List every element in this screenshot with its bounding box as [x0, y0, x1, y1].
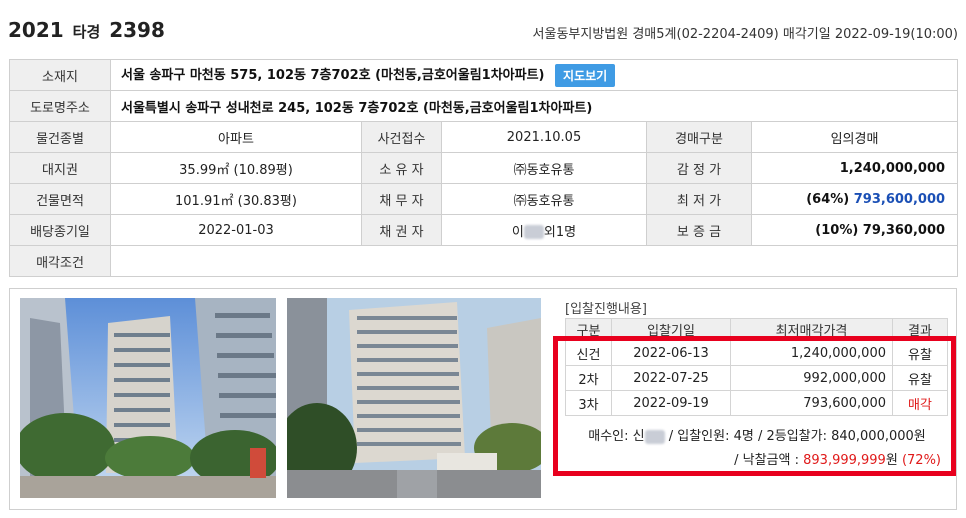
- info-row-5: 건물면적 101.91㎡ (30.83평) 채 무 자 ㈜동호유통 최 저 가 …: [9, 183, 959, 215]
- case-received-value: 2021.10.05: [441, 121, 647, 153]
- page-header: 2021 타경 2398 서울동부지방법원 경매5계(02-2204-2409)…: [0, 0, 966, 58]
- dividend-deadline-label: 배당종기일: [9, 214, 111, 246]
- min-price-cell: (64%) 793,600,000: [750, 183, 959, 215]
- redacted-name: [523, 225, 544, 239]
- property-info-table: 소재지 서울 송파구 마천동 575, 102동 7층702호 (마천동,금호어…: [9, 59, 959, 277]
- address-value: 서울 송파구 마천동 575, 102동 7층702호 (마천동,금호어울림1차…: [121, 67, 545, 83]
- address-row: 소재지 서울 송파구 마천동 575, 102동 7층702호 (마천동,금호어…: [9, 59, 959, 91]
- creditor-name: 이: [511, 224, 524, 240]
- info-row-3: 물건종별 아파트 사건접수 2021.10.05 경매구분 임의경매: [9, 121, 959, 153]
- road-address-row: 도로명주소 서울특별시 송파구 성내천로 245, 102동 7층702호 (마…: [9, 90, 959, 122]
- address-cell: 서울 송파구 마천동 575, 102동 7층702호 (마천동,금호어울림1차…: [109, 59, 959, 91]
- min-price-label: 최 저 가: [646, 183, 752, 215]
- road-address-value: 서울특별시 송파구 성내천로 245, 102동 7층702호 (마천동,금호어…: [109, 90, 959, 122]
- creditor-cell: 이 외1명: [441, 214, 647, 246]
- case-received-label: 사건접수: [361, 121, 442, 153]
- case-no: 2398: [109, 18, 165, 42]
- sale-condition-value: [109, 245, 959, 277]
- road-address-label: 도로명주소: [9, 90, 111, 122]
- case-type: 타경: [72, 23, 101, 41]
- property-photo-1[interactable]: [20, 298, 276, 498]
- deposit-label: 보 증 금: [646, 214, 752, 246]
- building-area-label: 건물면적: [9, 183, 111, 215]
- sale-condition-label: 매각조건: [9, 245, 111, 277]
- property-photo-2[interactable]: [287, 298, 541, 498]
- bid-history-title: [입찰진행내용]: [565, 302, 647, 317]
- property-type-value: 아파트: [110, 121, 362, 153]
- highlight-box: [553, 336, 956, 476]
- debtor-label: 채 무 자: [361, 183, 442, 215]
- property-type-label: 물건종별: [9, 121, 111, 153]
- min-price-value: 793,600,000: [853, 191, 946, 207]
- sale-condition-row: 매각조건: [9, 245, 959, 277]
- info-row-6: 배당종기일 2022-01-03 채 권 자 이 외1명 보 증 금 (10%) …: [9, 214, 959, 246]
- map-view-button[interactable]: 지도보기: [555, 63, 616, 87]
- min-price-pct: (64%): [806, 191, 850, 207]
- appraisal-label: 감 정 가: [646, 152, 752, 184]
- land-right-value: 35.99㎡ (10.89평): [110, 152, 362, 184]
- case-year: 2021: [8, 18, 64, 42]
- owner-value: ㈜동호유통: [441, 152, 647, 184]
- deposit-value: (10%) 79,360,000: [750, 214, 959, 246]
- creditor-label: 채 권 자: [361, 214, 442, 246]
- building-area-value: 101.91㎡ (30.83평): [110, 183, 362, 215]
- appraisal-value: 1,240,000,000: [750, 152, 959, 184]
- auction-type-value: 임의경매: [750, 121, 959, 153]
- land-right-label: 대지권: [9, 152, 111, 184]
- owner-label: 소 유 자: [361, 152, 442, 184]
- case-number: 2021 타경 2398: [8, 18, 165, 42]
- address-label: 소재지: [9, 59, 111, 91]
- debtor-value: ㈜동호유통: [441, 183, 647, 215]
- auction-type-label: 경매구분: [646, 121, 752, 153]
- creditor-suffix: 외1명: [543, 224, 577, 240]
- dividend-deadline-value: 2022-01-03: [110, 214, 362, 246]
- court-info: 서울동부지방법원 경매5계(02-2204-2409) 매각기일 2022-09…: [532, 27, 958, 42]
- info-row-4: 대지권 35.99㎡ (10.89평) 소 유 자 ㈜동호유통 감 정 가 1,…: [9, 152, 959, 184]
